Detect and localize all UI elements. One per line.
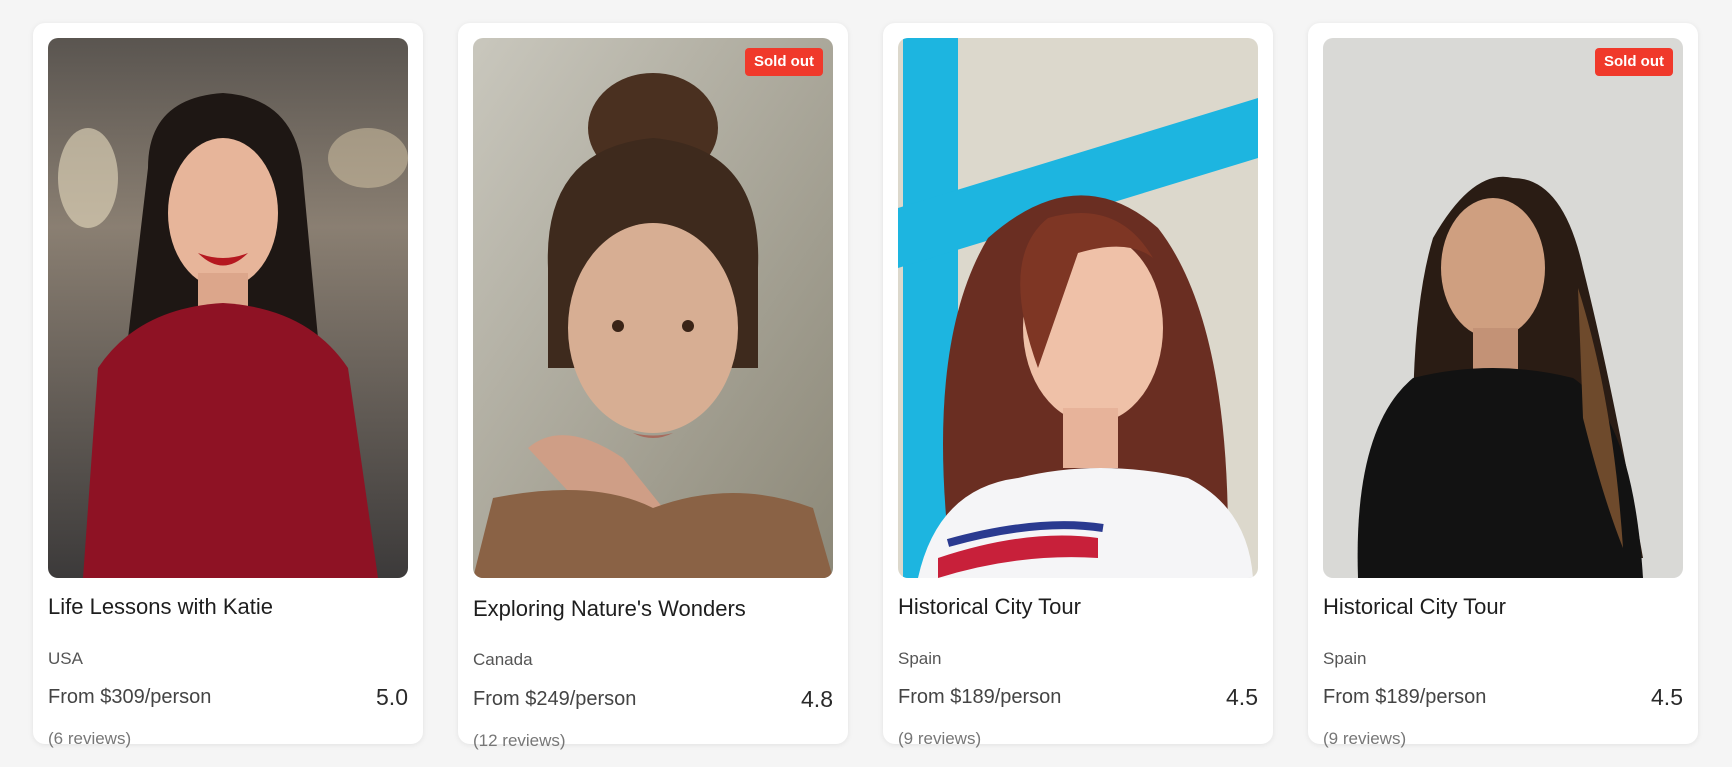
experience-rating: 4.5	[1651, 684, 1683, 710]
experience-price: From $189/person	[898, 686, 1062, 708]
experience-title[interactable]: Life Lessons with Katie	[48, 594, 273, 620]
experience-rating: 4.8	[801, 686, 833, 712]
experience-title[interactable]: Exploring Nature's Wonders	[473, 596, 746, 622]
experience-country: Spain	[898, 649, 942, 668]
experience-rating: 5.0	[376, 684, 408, 710]
experience-card[interactable]: Sold out Exploring Nature's Wonders Cana…	[458, 23, 848, 750]
experience-price: From $309/person	[48, 686, 212, 708]
experience-review-count: (9 reviews)	[898, 729, 982, 748]
experience-card[interactable]: Sold out Historical City Tour Spain From…	[1308, 23, 1698, 748]
sold-out-badge: Sold out	[745, 48, 823, 76]
experience-photo[interactable]	[898, 38, 1258, 578]
experience-country: Canada	[473, 650, 533, 669]
experience-country: USA	[48, 649, 83, 668]
experience-review-count: (9 reviews)	[1323, 729, 1407, 748]
experience-review-count: (12 reviews)	[473, 731, 566, 750]
experience-review-count: (6 reviews)	[48, 729, 132, 748]
experience-price: From $249/person	[473, 688, 637, 710]
experience-card[interactable]: Life Lessons with Katie USA From $309/pe…	[33, 23, 423, 748]
sold-out-badge: Sold out	[1595, 48, 1673, 76]
experience-card-grid: Life Lessons with Katie USA From $309/pe…	[0, 0, 1732, 767]
experience-photo[interactable]: Sold out	[473, 38, 833, 578]
experience-photo[interactable]: Sold out	[1323, 38, 1683, 578]
experience-card[interactable]: Historical City Tour Spain From $189/per…	[883, 23, 1273, 748]
experience-price: From $189/person	[1323, 686, 1487, 708]
experience-photo[interactable]	[48, 38, 408, 578]
experience-title[interactable]: Historical City Tour	[898, 594, 1081, 620]
experience-country: Spain	[1323, 649, 1367, 668]
experience-title[interactable]: Historical City Tour	[1323, 594, 1506, 620]
experience-rating: 4.5	[1226, 684, 1258, 710]
